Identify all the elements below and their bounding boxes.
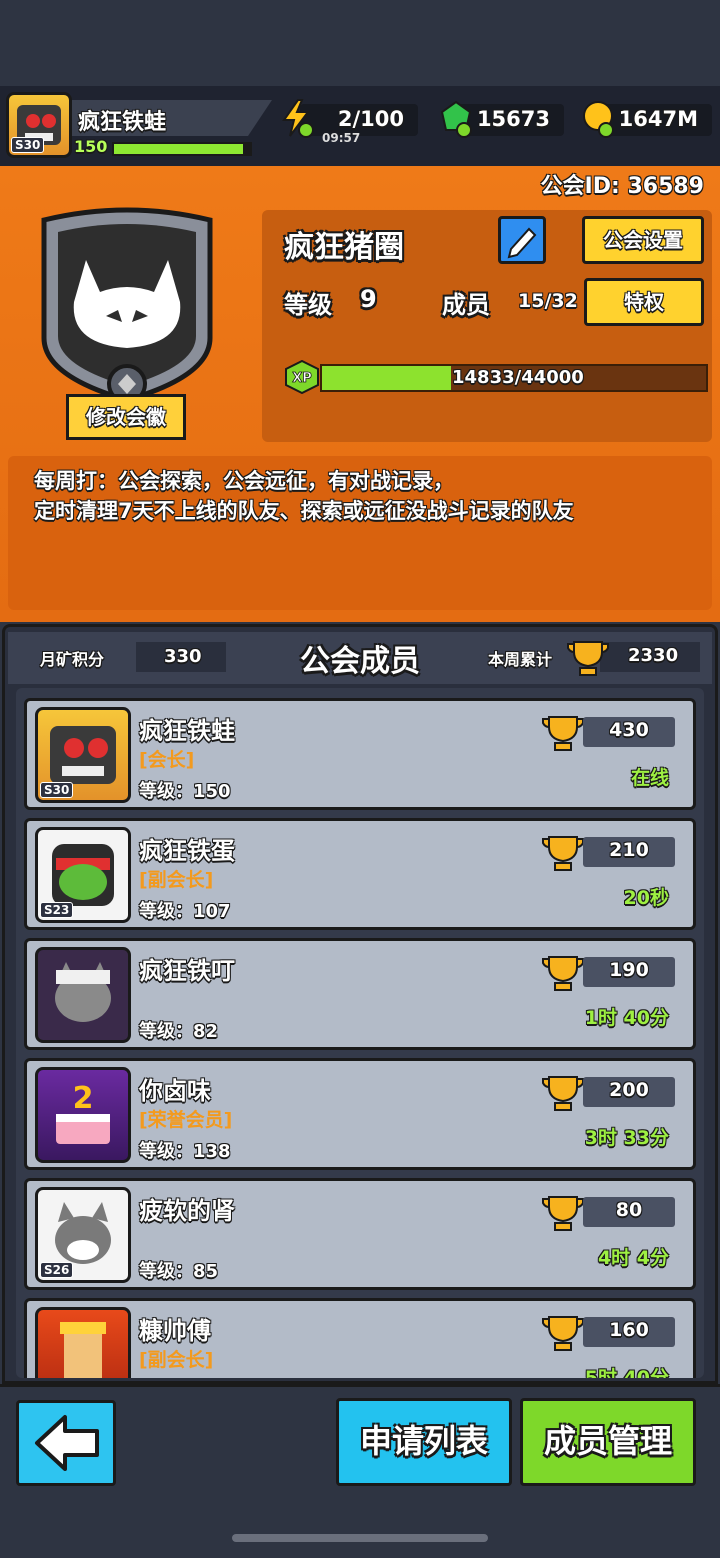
guild-id: 公会ID: 36589 [540, 174, 704, 199]
trophy-icon [542, 1076, 584, 1111]
trophy-icon [542, 1196, 584, 1231]
guild-settings-button[interactable]: 公会设置 [582, 216, 704, 264]
member-level: 等级：107 [139, 901, 231, 922]
edit-name-button[interactable] [498, 216, 546, 264]
mining-points-label: 月矿积分 [40, 650, 105, 669]
guild-level-value: 9 [360, 285, 377, 313]
member-status: 3时 33分 [584, 1127, 669, 1149]
member-status: 20秒 [623, 887, 669, 909]
back-button[interactable] [16, 1400, 116, 1486]
member-trophies: 210 [609, 839, 649, 861]
mining-points-value: 330 [164, 646, 202, 667]
member-row[interactable]: 疯狂铁叮 等级：82 190 1时 40分 [24, 938, 696, 1050]
trophy-icon [542, 956, 584, 991]
member-avatar: S23 [35, 827, 131, 923]
season-badge: S30 [11, 137, 45, 153]
svg-text:2: 2 [73, 1081, 94, 1116]
trophy-icon [542, 836, 584, 871]
guild-xp-fill [322, 366, 452, 390]
home-indicator [232, 1534, 488, 1542]
guild-level-label: 等级 [284, 291, 332, 319]
trophy-icon [567, 641, 609, 676]
warrior-icon [60, 1322, 106, 1378]
birthday-cake-icon: 2 [56, 1081, 110, 1144]
member-avatar: S30 [35, 707, 131, 803]
member-row[interactable]: 2 你卤味 [荣誉会员] 等级：138 200 3时 33分 [24, 1058, 696, 1170]
member-rank: [副会长] [139, 869, 214, 891]
apply-list-button[interactable]: 申请列表 [336, 1398, 512, 1486]
gem-icon [440, 100, 472, 138]
guild-xp-text: 14833/44000 [452, 367, 584, 388]
trophy-icon [542, 716, 584, 751]
guild-name: 疯狂猪圈 [284, 230, 404, 265]
member-trophies: 200 [609, 1079, 649, 1101]
player-name: 疯狂铁蛙 [78, 110, 167, 135]
member-status: 在线 [630, 767, 669, 789]
member-status: 4时 4分 [597, 1247, 669, 1269]
guild-members-count: 15/32 [518, 290, 578, 312]
member-rank: [会长] [139, 749, 195, 771]
player-avatar[interactable]: S30 [6, 92, 72, 158]
guild-members-label: 成员 [442, 291, 490, 319]
edit-crest-button[interactable]: 修改会徽 [66, 394, 186, 440]
member-level: 等级：150 [139, 781, 231, 802]
energy-bolt-icon [282, 99, 314, 138]
privilege-button[interactable]: 特权 [584, 278, 704, 326]
weekly-total-value: 2330 [628, 645, 679, 666]
guild-notice: 每周打：公会探索，公会远征，有对战记录， 定时清理7天不上线的队友、探索或远征没… [34, 469, 574, 523]
member-row[interactable]: 糠帅傅 [副会长] 160 5时 40分 [24, 1298, 696, 1378]
arrow-left-icon [35, 1415, 99, 1471]
member-name: 疯狂铁蛋 [139, 837, 235, 865]
player-level: 150 [74, 137, 108, 156]
member-trophies: 190 [609, 959, 649, 981]
energy-timer: 09:57 [322, 131, 361, 145]
member-level: 等级：85 [139, 1261, 219, 1282]
member-trophies: 160 [609, 1319, 649, 1341]
coin-icon [583, 101, 614, 138]
member-avatar [35, 1307, 131, 1378]
weekly-total-label: 本周累计 [488, 650, 553, 669]
member-row[interactable]: S23 疯狂铁蛋 [副会长] 等级：107 210 20秒 [24, 818, 696, 930]
member-level: 等级：138 [139, 1141, 231, 1162]
member-row[interactable]: S26 疲软的肾 等级：85 80 4时 4分 [24, 1178, 696, 1290]
member-name: 糠帅傅 [139, 1317, 211, 1345]
members-title: 公会成员 [300, 644, 420, 679]
member-rank: [副会长] [139, 1349, 214, 1371]
member-status: 1时 40分 [584, 1007, 669, 1029]
member-trophies: 80 [615, 1199, 643, 1221]
player-xp-bar [112, 142, 252, 156]
member-trophies: 430 [609, 719, 649, 741]
member-name: 疲软的肾 [139, 1197, 235, 1225]
member-level: 等级：82 [139, 1021, 219, 1042]
xp-badge-icon: XP [285, 360, 319, 394]
member-name: 疯狂铁蛙 [139, 717, 235, 745]
member-avatar: S26 [35, 1187, 131, 1283]
member-name: 疯狂铁叮 [139, 957, 235, 985]
member-name: 你卤味 [139, 1077, 211, 1105]
member-avatar: 2 [35, 1067, 131, 1163]
member-avatar [35, 947, 131, 1043]
member-list[interactable]: S30 疯狂铁蛙 [会长] 等级：150 430 在线 S23 疯狂铁蛋 [副会… [16, 688, 704, 1378]
pencil-icon [507, 227, 537, 259]
guild-xp-bar: 14833/44000 [320, 364, 708, 392]
trophy-icon [542, 1316, 584, 1351]
sad-cat-icon [55, 962, 111, 1022]
member-manage-button[interactable]: 成员管理 [520, 1398, 696, 1486]
member-rank: [荣誉会员] [139, 1109, 233, 1131]
member-status: 5时 40分 [584, 1367, 669, 1378]
guild-crest-cat-icon [41, 207, 213, 402]
svg-text:XP: XP [292, 371, 312, 386]
member-row[interactable]: S30 疯狂铁蛙 [会长] 等级：150 430 在线 [24, 698, 696, 810]
